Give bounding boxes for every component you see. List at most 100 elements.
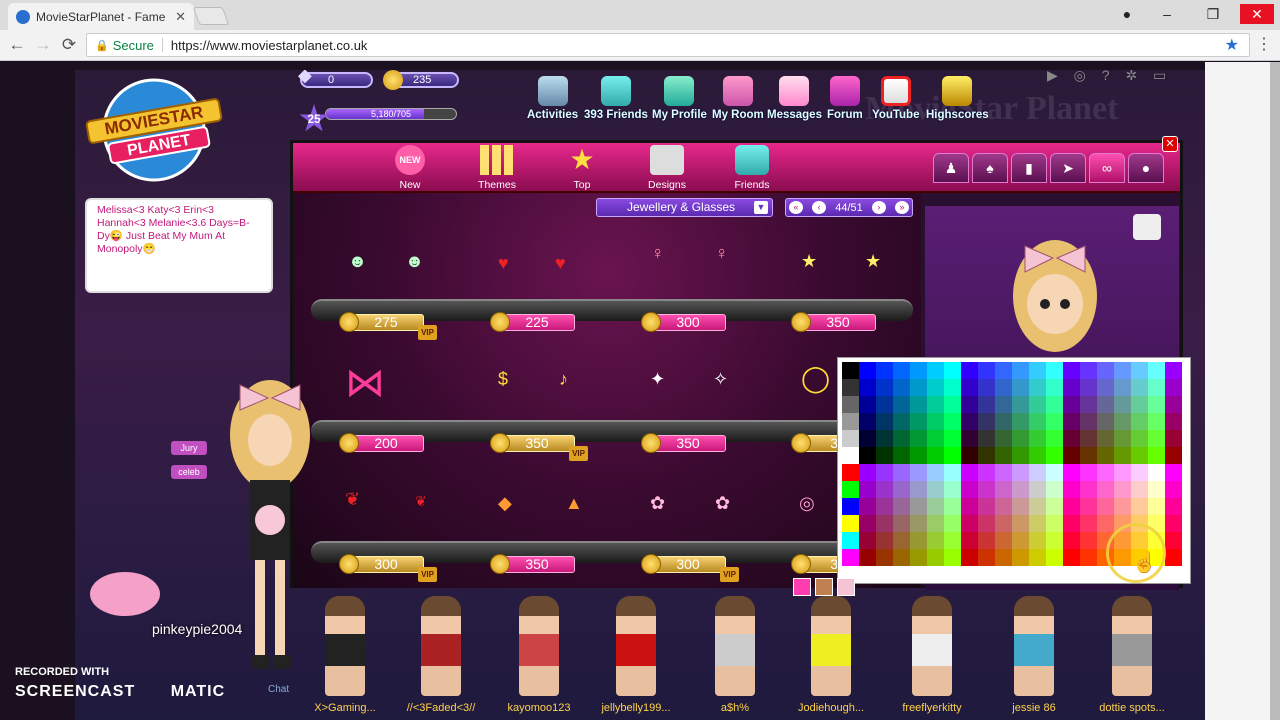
color-cell[interactable] [910,532,927,549]
color-cell[interactable] [893,362,910,379]
color-cell[interactable] [1097,481,1114,498]
color-cell[interactable] [1165,515,1182,532]
color-cell[interactable] [1097,515,1114,532]
color-cell[interactable] [1046,362,1063,379]
price-tag[interactable]: 225 [490,312,575,332]
price-tag[interactable]: 300 VIP [339,554,437,582]
nav-messages[interactable]: Messages [767,76,822,121]
nav-forum[interactable]: Forum [827,76,863,121]
price-tag[interactable]: 350 VIP [490,433,588,461]
doll-earring-item[interactable]: ♀ [651,243,665,264]
color-cell[interactable] [1012,532,1029,549]
color-cell[interactable] [876,447,893,464]
tab-accessories[interactable]: ∞ [1089,153,1125,183]
color-cell[interactable] [1063,396,1080,413]
color-cell[interactable] [1046,396,1063,413]
piggy-bank-icon[interactable] [90,572,160,616]
color-cell[interactable] [995,481,1012,498]
friend-avatar[interactable]: a$h% [696,596,774,720]
nav-my-profile[interactable]: My Profile [652,76,707,121]
color-cell[interactable] [1165,430,1182,447]
color-cell[interactable] [893,549,910,566]
color-cell[interactable] [927,396,944,413]
color-cell[interactable] [1029,362,1046,379]
color-cell[interactable] [1131,447,1148,464]
star-earring-item[interactable]: ★ [801,251,817,272]
color-cell[interactable] [944,464,961,481]
color-cell[interactable] [927,379,944,396]
color-cell[interactable] [859,498,876,515]
color-cell[interactable] [978,481,995,498]
color-cell[interactable] [859,532,876,549]
color-cell[interactable] [944,430,961,447]
color-cell[interactable] [995,532,1012,549]
nav-highscores[interactable]: Highscores [926,76,989,121]
color-cell[interactable] [944,396,961,413]
color-cell[interactable] [1029,413,1046,430]
nav-activities[interactable]: Activities [527,76,578,121]
color-cell[interactable] [1063,515,1080,532]
prev-page-icon[interactable]: ‹ [812,201,827,214]
color-cell[interactable] [1063,498,1080,515]
color-cell[interactable] [961,549,978,566]
dollar-earring-item[interactable]: $ [498,369,508,390]
color-cell[interactable] [1097,362,1114,379]
color-cell[interactable] [910,430,927,447]
price-tag[interactable]: 350 [791,312,876,332]
color-cell[interactable] [1165,362,1182,379]
color-cell[interactable] [927,515,944,532]
color-cell[interactable] [893,481,910,498]
category-dropdown[interactable]: Jewellery & Glasses ▼ [596,198,773,217]
hoop-earring-item[interactable]: ◯ [801,363,830,394]
heart-earring-item[interactable]: ♥ [555,253,566,274]
color-cell[interactable] [1131,413,1148,430]
color-cell[interactable] [1046,532,1063,549]
price-tag[interactable]: 350 [490,554,575,574]
color-cell[interactable] [1063,549,1080,566]
color-cell[interactable] [1080,447,1097,464]
color-swatch[interactable] [793,578,811,596]
color-cell[interactable] [961,430,978,447]
back-icon[interactable]: ← [6,34,28,56]
color-cell[interactable] [910,464,927,481]
color-cell[interactable] [893,498,910,515]
color-cell[interactable] [1097,498,1114,515]
color-cell[interactable] [876,430,893,447]
color-cell[interactable] [910,481,927,498]
color-cell[interactable] [1114,362,1131,379]
color-cell[interactable] [927,464,944,481]
friend-avatar[interactable]: //<3Faded<3// [402,596,480,720]
color-cell[interactable] [1097,430,1114,447]
color-cell[interactable] [1165,396,1182,413]
color-cell[interactable] [859,549,876,566]
color-cell[interactable] [1029,532,1046,549]
moviestarplanet-logo[interactable]: MOVIESTAR PLANET [79,78,229,183]
nav-youtube[interactable]: YouTube [872,76,919,121]
color-cell[interactable] [1012,464,1029,481]
color-cell[interactable] [927,481,944,498]
color-cell[interactable] [1063,430,1080,447]
color-cell[interactable] [1097,447,1114,464]
color-cell[interactable] [944,413,961,430]
nav-friends[interactable]: 393 Friends [584,76,648,121]
color-cell[interactable] [927,549,944,566]
diamonds-counter[interactable]: ◆ 0 [298,70,373,88]
price-tag[interactable]: 300 [641,312,726,332]
color-cell[interactable] [842,447,859,464]
candy-earring-item[interactable]: ✿ [715,493,730,514]
price-tag[interactable]: 275 VIP [339,312,437,340]
color-cell[interactable] [995,430,1012,447]
color-cell[interactable] [1046,430,1063,447]
color-cell[interactable] [978,515,995,532]
price-tag[interactable]: 300 VIP [641,554,739,582]
color-cell[interactable] [893,515,910,532]
bookmark-star-icon[interactable]: ★ [1225,35,1239,55]
color-cell[interactable] [1046,413,1063,430]
color-cell[interactable] [842,498,859,515]
color-cell[interactable] [1148,464,1165,481]
reload-icon[interactable]: ⟳ [58,34,80,56]
candy-earring-item[interactable]: ✿ [650,493,665,514]
color-cell[interactable] [1114,447,1131,464]
color-cell[interactable] [1097,396,1114,413]
restore-button[interactable]: ❐ [1196,4,1230,24]
